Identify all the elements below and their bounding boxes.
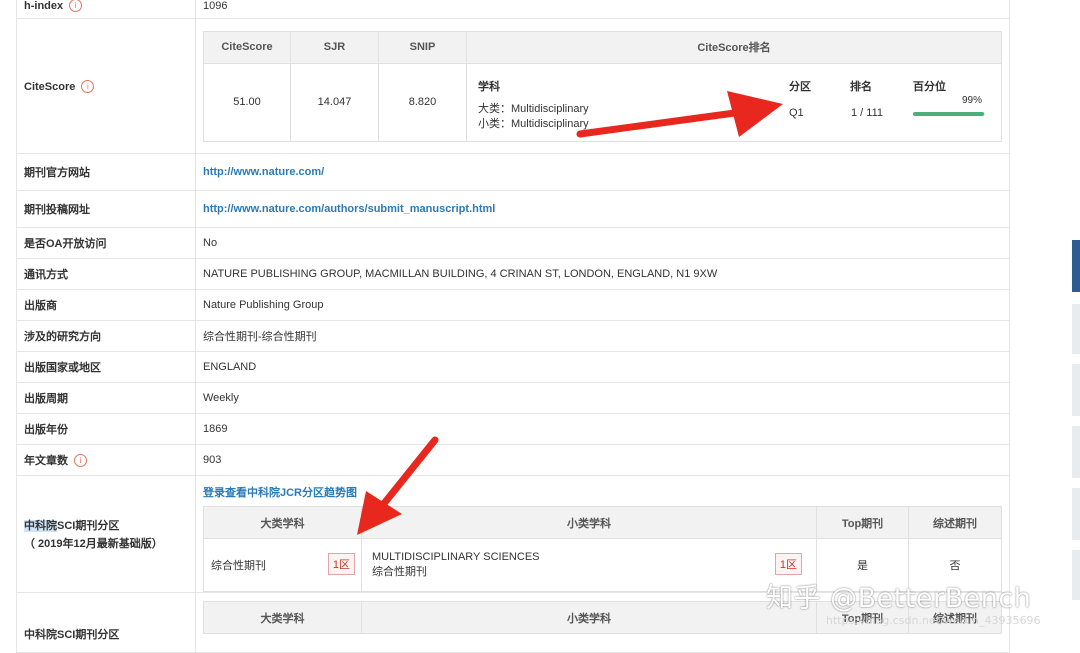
row-website: 期刊官方网站 http://www.nature.com/ — [16, 153, 1010, 191]
minor-subject: 小类：Multidisciplinary — [478, 117, 589, 130]
citescore-value: 51.00 — [203, 62, 291, 142]
contact-value: NATURE PUBLISHING GROUP, MACMILLAN BUILD… — [195, 258, 1010, 290]
cycle-value: Weekly — [195, 382, 1010, 414]
website-label: 期刊官方网站 — [16, 153, 196, 191]
publisher-value: Nature Publishing Group — [195, 289, 1010, 321]
row-research: 涉及的研究方向 综合性期刊-综合性期刊 — [16, 320, 1010, 352]
year-label: 出版年份 — [16, 413, 196, 445]
info-icon[interactable]: i — [74, 454, 88, 467]
info-icon[interactable]: i — [69, 0, 83, 12]
row-publisher: 出版商 Nature Publishing Group — [16, 289, 1010, 321]
col-citescore-rank: CiteScore排名 — [466, 30, 1002, 64]
col-major-subject: 大类学科 — [203, 506, 362, 539]
row-oa: 是否OA开放访问 No — [16, 227, 1010, 259]
hindex-label: h-index — [24, 0, 64, 12]
sjr-value: 14.047 — [290, 62, 379, 142]
row-hindex: h-index i 1096 — [16, 0, 1010, 19]
side-panel-item[interactable] — [1072, 488, 1080, 540]
cas-label-highlight: 中科院 — [24, 520, 57, 532]
citescore-label: CiteScore — [24, 80, 76, 93]
percentile-header: 百分位 — [913, 80, 946, 93]
jcr-trend-link[interactable]: 登录查看中科院JCR分区趋势图 — [203, 484, 1002, 500]
col-citescore: CiteScore — [203, 30, 291, 64]
percentile-text: 99% — [962, 94, 983, 106]
watermark: 知乎 @BetterBench — [766, 583, 1032, 614]
contact-label: 通讯方式 — [16, 258, 196, 290]
oa-value: No — [195, 227, 1010, 259]
rank-header: 排名 — [850, 80, 872, 93]
row-country: 出版国家或地区 ENGLAND — [16, 351, 1010, 383]
hindex-value: 1096 — [195, 0, 1010, 19]
side-panel-item[interactable] — [1072, 550, 1080, 600]
publisher-label: 出版商 — [16, 289, 196, 321]
submit-label: 期刊投稿网址 — [16, 190, 196, 228]
cas2-label: 中科院SCI期刊分区 — [16, 592, 196, 653]
subject-header: 学科 — [478, 80, 500, 93]
quartile-value: Q1 — [789, 106, 804, 119]
col-minor-subject: 小类学科 — [361, 601, 817, 634]
research-value: 综合性期刊-综合性期刊 — [195, 320, 1010, 352]
percentile-fill — [913, 111, 985, 116]
col-minor-subject: 小类学科 — [361, 506, 817, 539]
submit-link[interactable]: http://www.nature.com/authors/submit_man… — [203, 203, 495, 215]
country-label: 出版国家或地区 — [16, 351, 196, 383]
snip-value: 8.820 — [378, 62, 467, 142]
row-year: 出版年份 1869 — [16, 413, 1010, 445]
articles-label: 年文章数 — [24, 455, 68, 467]
journal-info-table: h-index i 1096 CiteScore i CiteScore SJR — [16, 0, 1010, 653]
minor-zone-badge: 1区 — [774, 553, 802, 575]
percentile-bar — [913, 111, 985, 116]
watermark-url: https://blog.csdn.net/weixin_43935696 — [826, 614, 1041, 627]
rank-value: 1 / 111 — [851, 106, 884, 119]
cas-label: SCI期刊分区 — [57, 520, 120, 532]
major-subject-name: 综合性期刊 — [211, 560, 266, 572]
row-cycle: 出版周期 Weekly — [16, 382, 1010, 414]
research-label: 涉及的研究方向 — [16, 320, 196, 352]
cycle-label: 出版周期 — [16, 382, 196, 414]
col-top-journal: Top期刊 — [816, 506, 909, 539]
info-icon[interactable]: i — [81, 79, 95, 93]
major-zone-badge: 1区 — [327, 553, 355, 575]
side-panel-active[interactable] — [1072, 240, 1080, 292]
citescore-rank-panel: 学科 分区 排名 百分位 大类：Multidisciplinary 小类：Mul… — [468, 65, 1000, 140]
year-value: 1869 — [195, 413, 1010, 445]
cas-label-sub: （ 2019年12月最新基础版） — [24, 538, 163, 550]
articles-value: 903 — [195, 444, 1010, 476]
col-snip: SNIP — [378, 30, 467, 64]
side-panel-item[interactable] — [1072, 304, 1080, 354]
side-panel-item[interactable] — [1072, 364, 1080, 416]
citescore-table: CiteScore SJR SNIP CiteScore排名 51.00 14.… — [203, 30, 1002, 142]
minor-subject-cn: 综合性期刊 — [372, 566, 427, 578]
row-contact: 通讯方式 NATURE PUBLISHING GROUP, MACMILLAN … — [16, 258, 1010, 290]
minor-subject-en: MULTIDISCIPLINARY SCIENCES — [372, 551, 540, 563]
col-sjr: SJR — [290, 30, 379, 64]
website-link[interactable]: http://www.nature.com/ — [203, 166, 324, 178]
col-major-subject: 大类学科 — [203, 601, 362, 634]
row-articles: 年文章数 i 903 — [16, 444, 1010, 476]
row-submit: 期刊投稿网址 http://www.nature.com/authors/sub… — [16, 190, 1010, 228]
col-review-journal: 综述期刊 — [908, 506, 1002, 539]
quartile-header: 分区 — [789, 80, 811, 93]
row-citescore: CiteScore i CiteScore SJR SNIP CiteScore… — [16, 18, 1010, 154]
row-cas-zone: 中科院SCI期刊分区 （ 2019年12月最新基础版） 登录查看中科院JCR分区… — [16, 475, 1010, 593]
side-panel-item[interactable] — [1072, 426, 1080, 478]
major-subject: 大类：Multidisciplinary — [478, 102, 589, 115]
country-value: ENGLAND — [195, 351, 1010, 383]
oa-label: 是否OA开放访问 — [16, 227, 196, 259]
